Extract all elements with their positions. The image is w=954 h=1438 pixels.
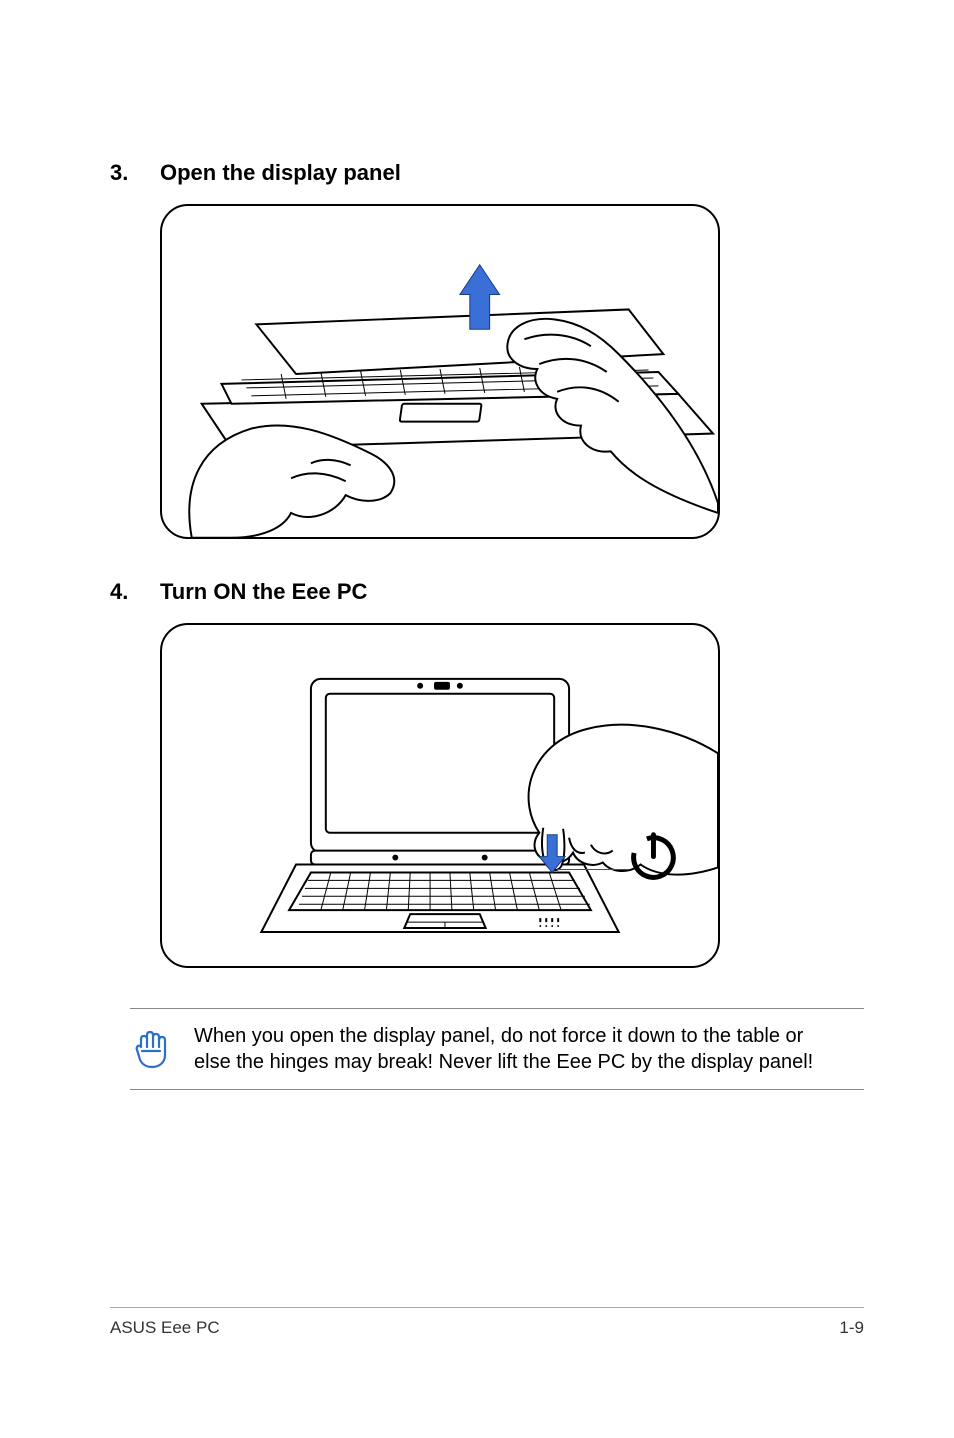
step-title: Open the display panel: [160, 160, 401, 186]
caution-text: When you open the display panel, do not …: [194, 1023, 864, 1075]
step-number: 3.: [110, 160, 160, 186]
turn-on-illustration: [162, 623, 718, 968]
open-display-illustration: [162, 204, 718, 539]
step-4-heading: 4. Turn ON the Eee PC: [110, 579, 864, 605]
caution-note: When you open the display panel, do not …: [130, 1008, 864, 1090]
step-title: Turn ON the Eee PC: [160, 579, 367, 605]
figure-turn-on: [160, 623, 720, 968]
caution-hand-icon: [130, 1023, 170, 1075]
step-number: 4.: [110, 579, 160, 605]
page-content: 3. Open the display panel: [0, 0, 954, 1090]
footer-right: 1-9: [839, 1318, 864, 1338]
page-footer: ASUS Eee PC 1-9: [110, 1307, 864, 1338]
step-3-heading: 3. Open the display panel: [110, 160, 864, 186]
figure-open-display: [160, 204, 720, 539]
footer-left: ASUS Eee PC: [110, 1318, 220, 1338]
